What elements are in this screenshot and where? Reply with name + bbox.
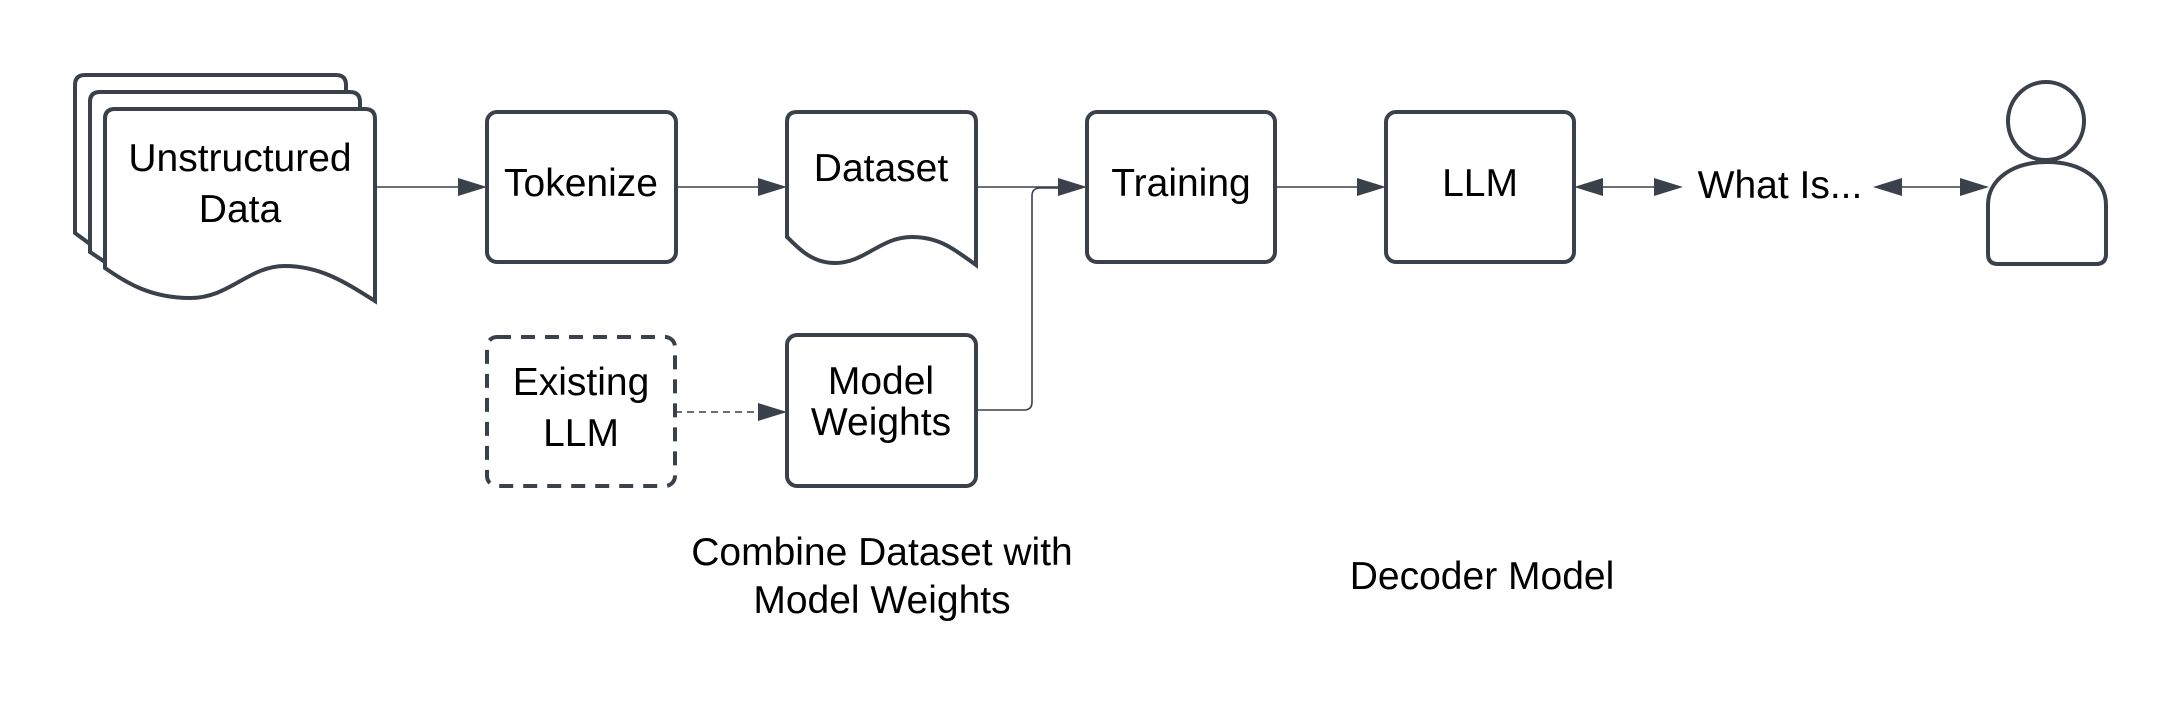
user-icon[interactable] <box>1986 80 2108 266</box>
arrowhead-icon <box>1873 178 1902 196</box>
arrowhead-icon <box>458 178 487 196</box>
caption-line: Decoder Model <box>1350 555 1614 598</box>
arrowhead-icon <box>1058 178 1087 196</box>
node-label-line: Model <box>828 360 934 403</box>
node-label: Tokenize <box>504 162 658 205</box>
caption-decoder: Decoder Model <box>1350 555 1614 598</box>
node-label: LLM <box>1442 162 1518 205</box>
edge-line <box>976 187 1058 411</box>
node-llm[interactable]: LLM <box>1384 110 1576 264</box>
edge-model-weights-to-training[interactable] <box>976 187 1058 411</box>
edge-tokenize-to-dataset[interactable] <box>676 178 787 196</box>
arrowhead-icon <box>1574 178 1603 196</box>
edge-existing-llm-to-model-weights[interactable] <box>675 403 787 421</box>
caption-line: Combine Dataset with <box>691 531 1073 574</box>
node-unstructured-data[interactable]: Unstructured Data <box>73 73 377 305</box>
node-label-line: LLM <box>543 412 619 455</box>
arrowhead-icon <box>1357 178 1386 196</box>
arrowhead-icon <box>758 403 787 421</box>
node-label-line: Weights <box>811 401 951 444</box>
node-tokenize[interactable]: Tokenize <box>485 110 678 264</box>
edge-llm-to-query[interactable] <box>1574 178 1683 196</box>
node-label: Training <box>1111 162 1250 205</box>
node-model-weights[interactable]: Model Weights <box>785 333 978 488</box>
arrowhead-icon <box>758 178 787 196</box>
diagram-canvas: Unstructured Data Tokenize Dataset Exist… <box>73 73 2108 622</box>
user-body <box>1986 159 2108 266</box>
user-head <box>2006 80 2086 162</box>
node-label-line: Data <box>199 188 282 231</box>
node-dataset[interactable]: Dataset <box>785 110 978 269</box>
node-label-line: Unstructured <box>128 137 351 180</box>
edge-query-to-user[interactable] <box>1873 178 1989 196</box>
edge-unstructured-to-tokenize[interactable] <box>376 178 487 196</box>
arrowhead-icon <box>1960 178 1989 196</box>
edge-training-to-llm[interactable] <box>1275 178 1386 196</box>
node-existing-llm[interactable]: Existing LLM <box>485 335 677 488</box>
caption-combine: Combine Dataset with Model Weights <box>691 531 1073 622</box>
node-training[interactable]: Training <box>1085 110 1277 264</box>
node-label: Dataset <box>814 147 949 190</box>
node-label-line: Existing <box>513 361 650 404</box>
query-label: What Is... <box>1698 164 1863 207</box>
arrowhead-icon <box>1654 178 1683 196</box>
caption-line: Model Weights <box>753 579 1010 622</box>
